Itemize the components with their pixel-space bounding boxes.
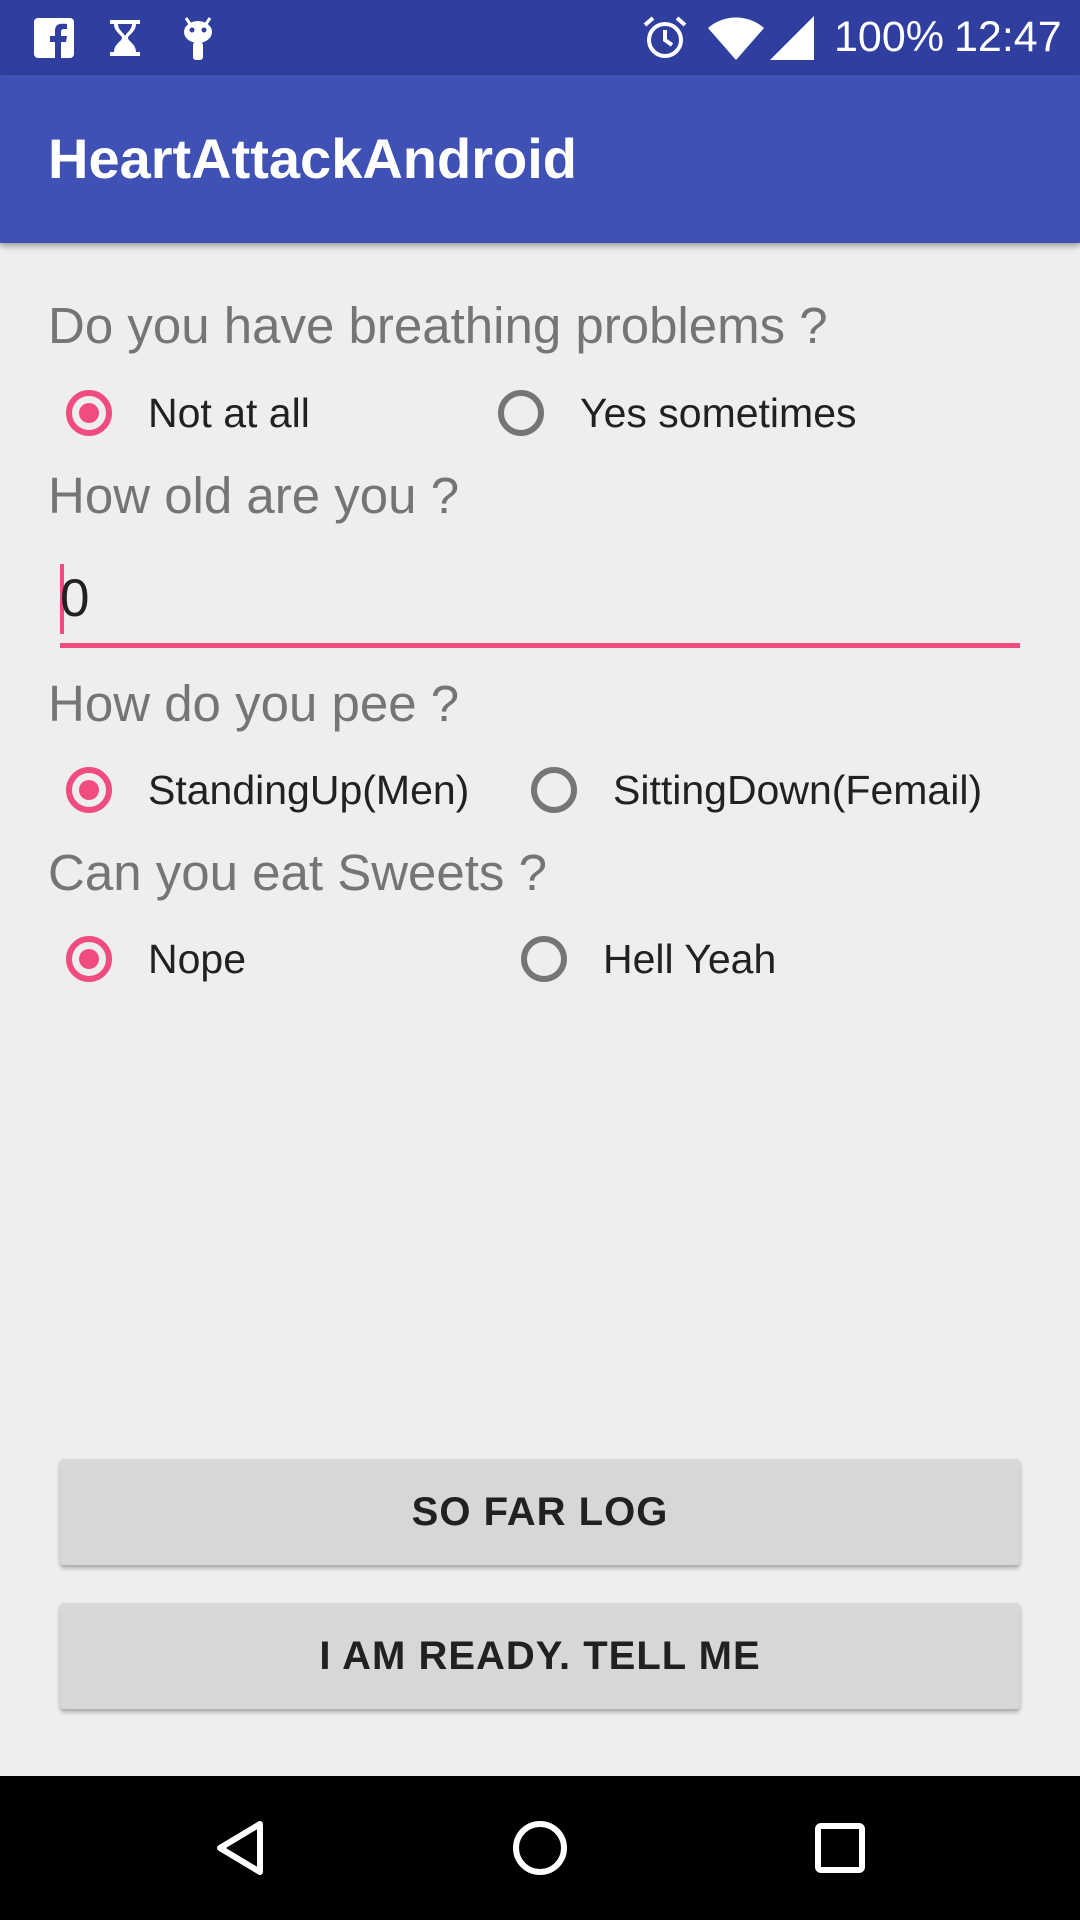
sweets-question: Can you eat Sweets ? xyxy=(48,844,547,901)
radio-hell-yeah[interactable]: Hell Yeah xyxy=(521,919,776,999)
app-bar: HeartAttackAndroid xyxy=(0,75,1080,243)
age-input-value: 0 xyxy=(60,569,90,628)
radio-label: Hell Yeah xyxy=(603,935,777,982)
so-far-log-button[interactable]: SO FAR LOG xyxy=(60,1459,1020,1565)
radio-checked-icon xyxy=(66,767,112,813)
radio-label: SittingDown(Femail) xyxy=(613,766,983,813)
radio-sitting-down[interactable]: SittingDown(Femail) xyxy=(531,750,982,830)
clock: 12:47 xyxy=(954,13,1062,61)
app-title: HeartAttackAndroid xyxy=(48,127,577,190)
radio-label: Not at all xyxy=(148,389,310,436)
battery-percent: 100% xyxy=(834,13,944,61)
android-debug-icon xyxy=(178,0,218,75)
hourglass-icon xyxy=(108,0,142,75)
status-bar: 100% 12:47 xyxy=(0,0,1080,75)
radio-checked-icon xyxy=(66,936,112,982)
radio-checked-icon xyxy=(66,390,112,436)
radio-label: Yes sometimes xyxy=(580,389,857,436)
radio-nope[interactable]: Nope xyxy=(66,919,246,999)
home-icon[interactable] xyxy=(480,1776,600,1920)
radio-standing-up[interactable]: StandingUp(Men) xyxy=(66,750,469,830)
age-question: How old are you ? xyxy=(48,467,460,524)
radio-yes-sometimes[interactable]: Yes sometimes xyxy=(498,373,857,453)
alarm-icon xyxy=(642,0,688,75)
radio-label: StandingUp(Men) xyxy=(148,766,470,813)
facebook-icon xyxy=(34,0,74,75)
recents-icon[interactable] xyxy=(780,1776,900,1920)
back-icon[interactable] xyxy=(180,1776,300,1920)
radio-unchecked-icon xyxy=(521,936,567,982)
radio-unchecked-icon xyxy=(498,390,544,436)
signal-icon xyxy=(770,0,814,75)
navigation-bar xyxy=(0,1776,1080,1920)
breathing-question: Do you have breathing problems ? xyxy=(48,297,828,354)
radio-label: Nope xyxy=(148,935,247,982)
radio-unchecked-icon xyxy=(531,767,577,813)
pee-question: How do you pee ? xyxy=(48,675,460,732)
radio-not-at-all[interactable]: Not at all xyxy=(66,373,310,453)
wifi-icon xyxy=(708,0,764,75)
ready-button[interactable]: I AM READY. TELL ME xyxy=(60,1603,1020,1709)
age-input[interactable]: 0 xyxy=(60,548,1020,648)
